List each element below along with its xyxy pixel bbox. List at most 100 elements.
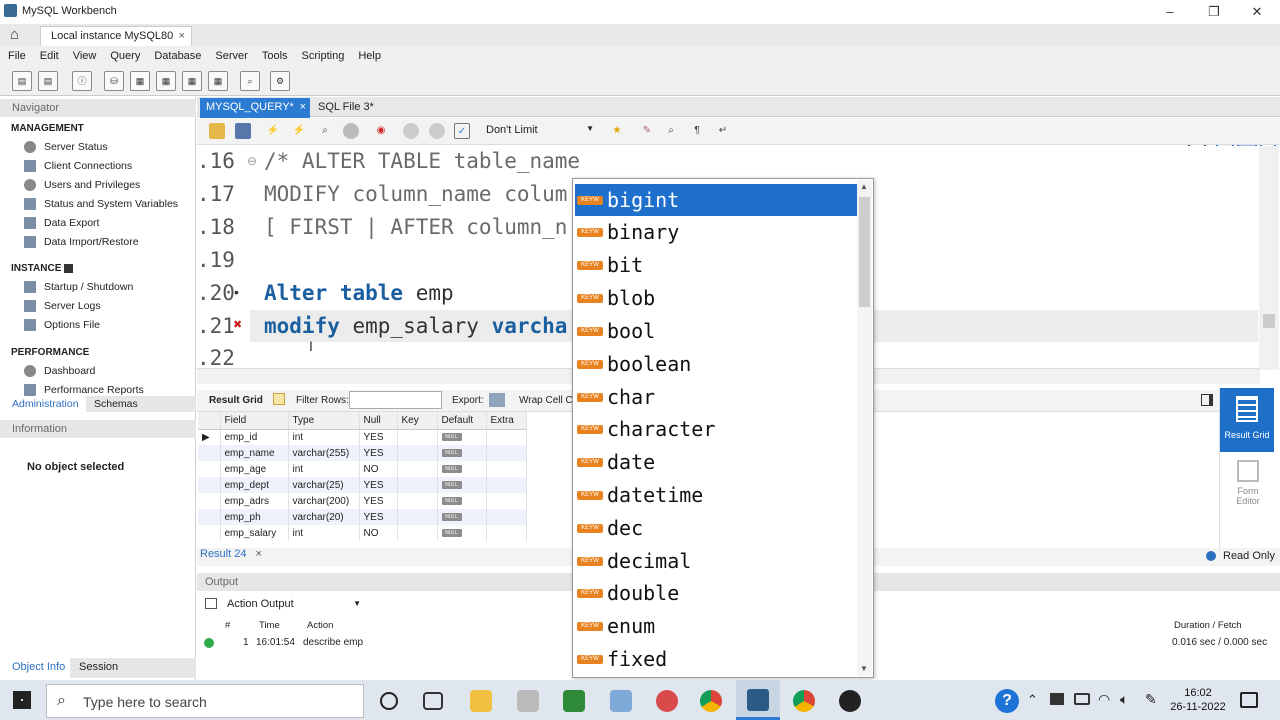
- chrome-profile-icon[interactable]: [793, 690, 815, 712]
- bookmark-icon[interactable]: ★: [609, 123, 625, 139]
- task-view-icon[interactable]: [423, 692, 443, 710]
- limit-rows-select[interactable]: Don't Limit ▼: [482, 122, 598, 140]
- fold-icon[interactable]: ⊖: [247, 154, 257, 168]
- beautify-icon[interactable]: ✎: [639, 123, 655, 139]
- close-tab-icon[interactable]: ×: [300, 101, 306, 113]
- create-function-icon[interactable]: ▦: [208, 71, 228, 91]
- cell-key[interactable]: [397, 509, 438, 525]
- wrap-cell-content-label[interactable]: Wrap Cell Co: [519, 395, 578, 406]
- cell-default[interactable]: NULL: [437, 509, 487, 525]
- tab-session[interactable]: Session: [79, 661, 118, 673]
- result-grid-button[interactable]: Result Grid: [1220, 388, 1274, 452]
- cell-key[interactable]: [397, 445, 438, 461]
- cell-extra[interactable]: [486, 493, 527, 509]
- autocomplete-item[interactable]: KEYW bigint: [575, 184, 858, 216]
- save-icon[interactable]: [235, 123, 251, 139]
- table-row[interactable]: emp_adrs varchar(200) YES NULL: [198, 493, 527, 509]
- sidebar-item-client-connections[interactable]: Client Connections: [24, 158, 132, 174]
- table-row[interactable]: emp_age int NO NULL: [198, 461, 527, 477]
- menu-server[interactable]: Server: [215, 50, 247, 62]
- autocomplete-item[interactable]: KEYW char: [575, 381, 858, 413]
- cell-key[interactable]: [397, 493, 438, 509]
- menu-database[interactable]: Database: [154, 50, 201, 62]
- cell-field[interactable]: emp_dept: [220, 477, 289, 493]
- scroll-down-icon[interactable]: ▼: [860, 664, 868, 673]
- cell-extra[interactable]: [486, 525, 527, 541]
- filter-rows-input[interactable]: [349, 391, 442, 409]
- tab-administration[interactable]: Administration: [0, 396, 86, 412]
- cell-key[interactable]: [397, 461, 438, 477]
- autocomplete-item[interactable]: KEYW bit: [575, 249, 858, 281]
- table-row[interactable]: ▶ emp_id int YES NULL: [198, 429, 527, 445]
- recorder-icon[interactable]: [839, 690, 861, 712]
- taskbar-search-box[interactable]: ⌕ Type here to search: [46, 684, 364, 718]
- battery-icon[interactable]: [1074, 693, 1090, 705]
- cell-type[interactable]: varchar(20): [288, 509, 360, 525]
- sidebar-item-options-file[interactable]: Options File: [24, 317, 100, 333]
- network-icon[interactable]: [1050, 693, 1064, 705]
- sidebar-item-dashboard[interactable]: Dashboard: [24, 363, 95, 379]
- invisible-chars-icon[interactable]: ¶: [689, 123, 705, 139]
- menu-help[interactable]: Help: [358, 50, 381, 62]
- toggle-error-icon[interactable]: ◉: [373, 123, 389, 139]
- tab-sql-file-3[interactable]: SQL File 3*: [318, 101, 374, 113]
- close-window-button[interactable]: ✕: [1245, 3, 1269, 21]
- autocomplete-item[interactable]: KEYW double: [575, 577, 858, 609]
- cell-null[interactable]: YES: [359, 445, 398, 461]
- cell-extra[interactable]: [486, 477, 527, 493]
- autocomplete-item[interactable]: KEYW fixed: [575, 643, 858, 675]
- sidebar-item-startup-shutdown[interactable]: Startup / Shutdown: [24, 279, 133, 295]
- form-editor-button[interactable]: Form Editor: [1226, 458, 1270, 510]
- table-row[interactable]: emp_name varchar(255) YES NULL: [198, 445, 527, 461]
- mysql-workbench-taskbar-item[interactable]: [736, 680, 780, 720]
- tab-mysql-query[interactable]: MYSQL_QUERY* ×: [200, 98, 310, 118]
- cell-extra[interactable]: [486, 445, 527, 461]
- editor-vertical-scrollbar[interactable]: [1259, 146, 1279, 370]
- reconnect-icon[interactable]: ⚙: [270, 71, 290, 91]
- autocomplete-scroll-thumb[interactable]: [859, 197, 870, 307]
- inspector-icon[interactable]: ⓘ: [72, 71, 92, 91]
- tab-result-24[interactable]: Result 24 ×: [200, 548, 262, 560]
- menu-tools[interactable]: Tools: [262, 50, 288, 62]
- column-header[interactable]: Null: [359, 412, 398, 430]
- commit-icon[interactable]: [403, 123, 419, 139]
- cell-default[interactable]: NULL: [437, 461, 487, 477]
- autocomplete-item[interactable]: KEYW blob: [575, 282, 858, 314]
- cell-field[interactable]: emp_name: [220, 445, 289, 461]
- sidebar-item-server-logs[interactable]: Server Logs: [24, 298, 101, 314]
- table-row[interactable]: emp_salary int NO NULL: [198, 525, 527, 541]
- grid-icon[interactable]: [273, 393, 285, 405]
- sidebar-item-data-import[interactable]: Data Import/Restore: [24, 234, 139, 250]
- export-icon[interactable]: [489, 393, 505, 407]
- cell-null[interactable]: YES: [359, 493, 398, 509]
- file-explorer-icon[interactable]: [470, 690, 492, 712]
- autocomplete-item[interactable]: KEYW enum: [575, 610, 858, 642]
- cell-default[interactable]: NULL: [437, 477, 487, 493]
- explain-icon[interactable]: ⌕: [317, 123, 333, 139]
- volume-icon[interactable]: 🔈︎: [1120, 691, 1128, 708]
- result-grid[interactable]: Field Type Null Key Default Extra ▶ emp_…: [198, 412, 530, 548]
- notepad-plus-icon[interactable]: [563, 690, 585, 712]
- result-grid-label[interactable]: Result Grid: [209, 395, 263, 406]
- column-header[interactable]: Extra: [486, 412, 527, 430]
- column-header[interactable]: Key: [397, 412, 438, 430]
- paint-icon[interactable]: [656, 690, 678, 712]
- connection-tab[interactable]: Local instance MySQL80 ×: [40, 26, 192, 46]
- syntax-error-icon[interactable]: ✖: [233, 318, 242, 331]
- chevron-up-icon[interactable]: ⌃: [1027, 692, 1038, 708]
- cell-null[interactable]: YES: [359, 477, 398, 493]
- create-procedure-icon[interactable]: ▦: [182, 71, 202, 91]
- rollback-icon[interactable]: [429, 123, 445, 139]
- cell-extra[interactable]: [486, 461, 527, 477]
- menu-file[interactable]: File: [8, 50, 26, 62]
- cell-field[interactable]: emp_id: [220, 429, 289, 445]
- cell-default[interactable]: NULL: [437, 429, 487, 445]
- cortana-icon[interactable]: [380, 692, 398, 710]
- close-connection-tab-icon[interactable]: ×: [179, 30, 185, 42]
- chrome-icon[interactable]: [700, 690, 722, 712]
- cell-field[interactable]: emp_age: [220, 461, 289, 477]
- tab-object-info[interactable]: Object Info: [0, 658, 70, 678]
- cell-null[interactable]: NO: [359, 461, 398, 477]
- wifi-icon[interactable]: ◠: [1098, 691, 1110, 708]
- column-header[interactable]: Field: [220, 412, 289, 430]
